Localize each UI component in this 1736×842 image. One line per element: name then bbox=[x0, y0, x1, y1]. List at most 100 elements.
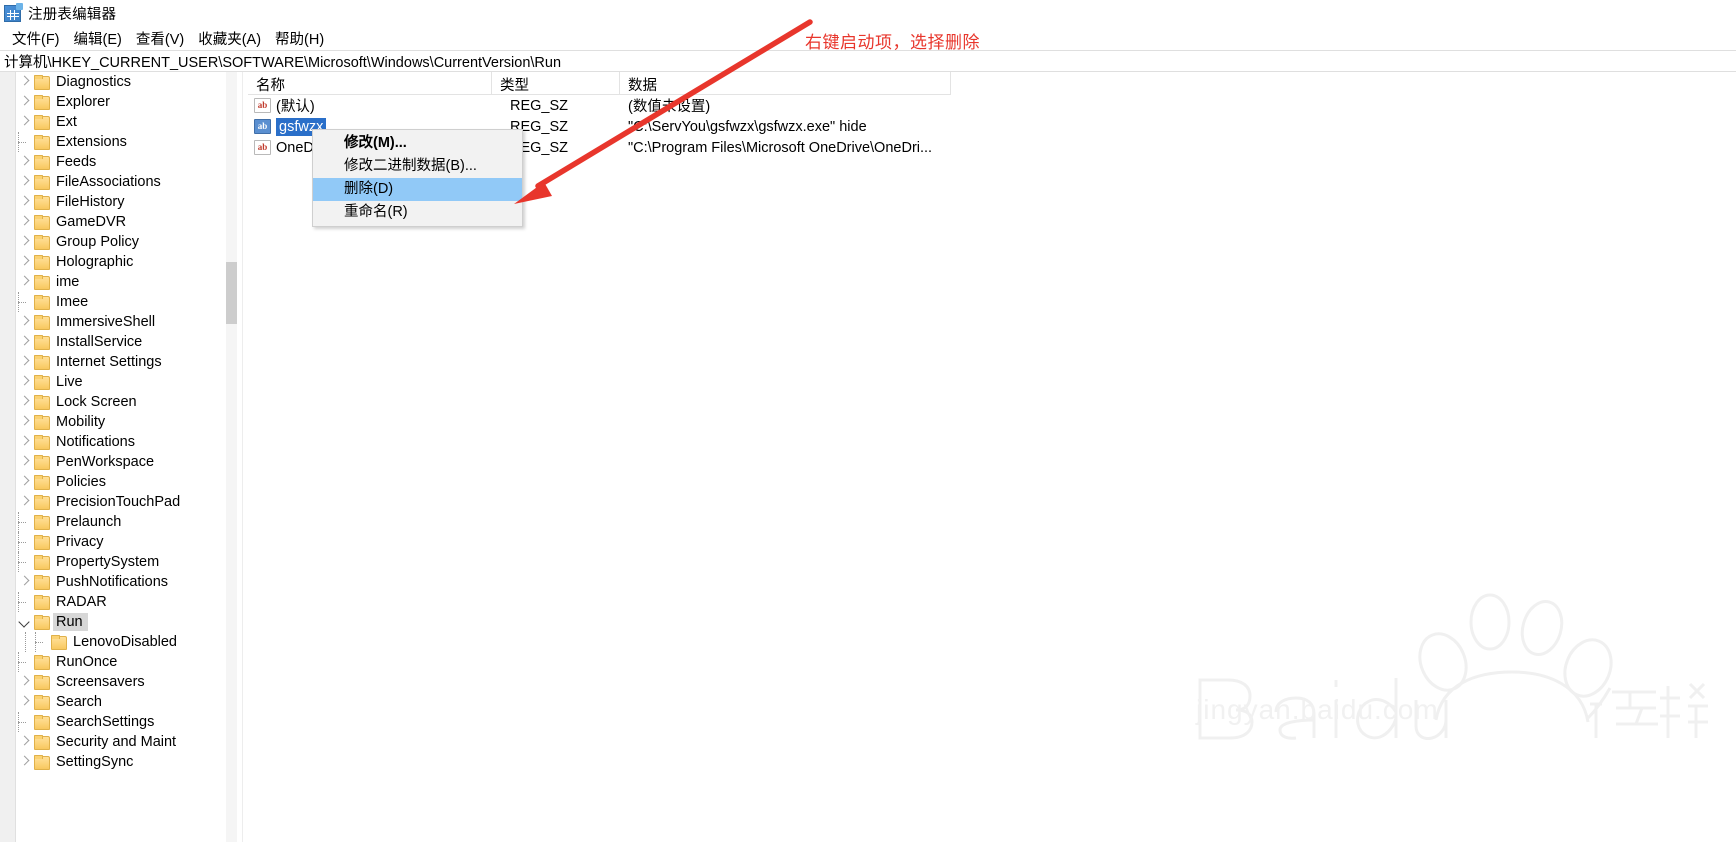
folder-icon bbox=[34, 255, 50, 270]
tree-item-extensions[interactable]: Extensions bbox=[17, 132, 229, 152]
chevron-right-icon[interactable] bbox=[17, 452, 34, 472]
tree-item-label: Prelaunch bbox=[56, 514, 122, 530]
tree-item-policies[interactable]: Policies bbox=[17, 472, 229, 492]
tree-item-ext[interactable]: Ext bbox=[17, 112, 229, 132]
chevron-right-icon[interactable] bbox=[17, 472, 34, 492]
tree-scrollbar-thumb[interactable] bbox=[226, 262, 237, 324]
tree-item-gamedvr[interactable]: GameDVR bbox=[17, 212, 229, 232]
folder-icon bbox=[34, 535, 50, 550]
tree-item-holographic[interactable]: Holographic bbox=[17, 252, 229, 272]
menu-edit[interactable]: 编辑(E) bbox=[68, 26, 128, 51]
tree-guide-icon bbox=[17, 592, 34, 612]
chevron-right-icon[interactable] bbox=[17, 352, 34, 372]
tree-item-imee[interactable]: Imee bbox=[17, 292, 229, 312]
tree-scrollbar[interactable] bbox=[226, 72, 237, 842]
registry-tree[interactable]: Diagnostics Explorer Ext Extensions Feeds Fil… bbox=[17, 72, 229, 772]
tree-item-immersiveshell[interactable]: ImmersiveShell bbox=[17, 312, 229, 332]
chevron-right-icon[interactable] bbox=[17, 192, 34, 212]
tree-item-fileassociations[interactable]: FileAssociations bbox=[17, 172, 229, 192]
column-type[interactable]: 类型 bbox=[492, 72, 620, 95]
chevron-right-icon[interactable] bbox=[17, 432, 34, 452]
tree-item-label: Policies bbox=[56, 474, 106, 490]
context-menu-modify[interactable]: 修改(M)... bbox=[313, 132, 522, 155]
column-name[interactable]: 名称 bbox=[248, 72, 492, 95]
registry-tree-pane: Diagnostics Explorer Ext Extensions Feeds Fil… bbox=[0, 72, 248, 842]
tree-item-penworkspace[interactable]: PenWorkspace bbox=[17, 452, 229, 472]
tree-item-feeds[interactable]: Feeds bbox=[17, 152, 229, 172]
tree-item-prelaunch[interactable]: Prelaunch bbox=[17, 512, 229, 532]
tree-item-label: Holographic bbox=[56, 254, 134, 270]
tree-item-screensavers[interactable]: Screensavers bbox=[17, 672, 229, 692]
tree-item-lenovodisabled[interactable]: LenovoDisabled bbox=[17, 632, 229, 652]
tree-item-live[interactable]: Live bbox=[17, 372, 229, 392]
menu-help[interactable]: 帮助(H) bbox=[269, 26, 330, 51]
folder-icon bbox=[34, 115, 50, 130]
tree-item-run[interactable]: Run bbox=[17, 612, 229, 632]
chevron-right-icon[interactable] bbox=[17, 172, 34, 192]
chevron-right-icon[interactable] bbox=[17, 392, 34, 412]
tree-item-lock-screen[interactable]: Lock Screen bbox=[17, 392, 229, 412]
address-bar[interactable]: 计算机\HKEY_CURRENT_USER\SOFTWARE\Microsoft… bbox=[0, 50, 1736, 72]
column-data[interactable]: 数据 bbox=[620, 72, 951, 95]
menu-file[interactable]: 文件(F) bbox=[6, 26, 66, 51]
chevron-right-icon[interactable] bbox=[17, 152, 34, 172]
tree-item-runonce[interactable]: RunOnce bbox=[17, 652, 229, 672]
chevron-right-icon[interactable] bbox=[17, 332, 34, 352]
folder-icon bbox=[34, 235, 50, 250]
chevron-right-icon[interactable] bbox=[17, 752, 34, 772]
tree-item-searchsettings[interactable]: SearchSettings bbox=[17, 712, 229, 732]
tree-item-security-and-maint[interactable]: Security and Maint bbox=[17, 732, 229, 752]
folder-icon bbox=[34, 555, 50, 570]
chevron-right-icon[interactable] bbox=[17, 692, 34, 712]
tree-item-internet-settings[interactable]: Internet Settings bbox=[17, 352, 229, 372]
chevron-right-icon[interactable] bbox=[17, 312, 34, 332]
context-menu-modify-binary[interactable]: 修改二进制数据(B)... bbox=[313, 155, 522, 178]
pane-splitter[interactable] bbox=[242, 72, 247, 842]
registry-editor-window: 注册表编辑器 文件(F) 编辑(E) 查看(V) 收藏夹(A) 帮助(H) 计算… bbox=[0, 0, 1736, 842]
menu-favorites[interactable]: 收藏夹(A) bbox=[192, 26, 267, 51]
chevron-right-icon[interactable] bbox=[17, 572, 34, 592]
context-menu[interactable]: 修改(M)... 修改二进制数据(B)... 删除(D) 重命名(R) bbox=[312, 129, 523, 227]
table-row[interactable]: ab (默认) REG_SZ (数值未设置) bbox=[248, 95, 1736, 116]
tree-item-precisiontouchpad[interactable]: PrecisionTouchPad bbox=[17, 492, 229, 512]
chevron-right-icon[interactable] bbox=[17, 212, 34, 232]
chevron-right-icon[interactable] bbox=[17, 272, 34, 292]
tree-item-label: Notifications bbox=[56, 434, 135, 450]
tree-item-installservice[interactable]: InstallService bbox=[17, 332, 229, 352]
tree-item-ime[interactable]: ime bbox=[17, 272, 229, 292]
chevron-right-icon[interactable] bbox=[17, 672, 34, 692]
tree-item-group-policy[interactable]: Group Policy bbox=[17, 232, 229, 252]
tree-item-radar[interactable]: RADAR bbox=[17, 592, 229, 612]
chevron-right-icon[interactable] bbox=[17, 732, 34, 752]
context-menu-delete[interactable]: 删除(D) bbox=[313, 178, 522, 201]
registry-editor-icon bbox=[4, 2, 23, 22]
tree-item-label: Internet Settings bbox=[56, 354, 162, 370]
tree-item-label: RunOnce bbox=[56, 654, 118, 670]
tree-item-propertysystem[interactable]: PropertySystem bbox=[17, 552, 229, 572]
tree-item-pushnotifications[interactable]: PushNotifications bbox=[17, 572, 229, 592]
chevron-right-icon[interactable] bbox=[17, 112, 34, 132]
tree-item-notifications[interactable]: Notifications bbox=[17, 432, 229, 452]
chevron-right-icon[interactable] bbox=[17, 372, 34, 392]
chevron-right-icon[interactable] bbox=[17, 412, 34, 432]
value-data: "C:\ServYou\gsfwzx\gsfwzx.exe" hide bbox=[628, 118, 867, 135]
tree-item-explorer[interactable]: Explorer bbox=[17, 92, 229, 112]
chevron-right-icon[interactable] bbox=[17, 232, 34, 252]
tree-item-settingsync[interactable]: SettingSync bbox=[17, 752, 229, 772]
chevron-right-icon[interactable] bbox=[17, 492, 34, 512]
tree-item-label: Explorer bbox=[56, 94, 110, 110]
chevron-right-icon[interactable] bbox=[17, 92, 34, 112]
chevron-right-icon[interactable] bbox=[17, 72, 34, 92]
chevron-right-icon[interactable] bbox=[17, 252, 34, 272]
tree-item-mobility[interactable]: Mobility bbox=[17, 412, 229, 432]
tree-item-search[interactable]: Search bbox=[17, 692, 229, 712]
tree-item-diagnostics[interactable]: Diagnostics bbox=[17, 72, 229, 92]
tree-item-label: Privacy bbox=[56, 534, 104, 550]
context-menu-rename[interactable]: 重命名(R) bbox=[313, 201, 522, 224]
tree-item-filehistory[interactable]: FileHistory bbox=[17, 192, 229, 212]
menu-view[interactable]: 查看(V) bbox=[130, 26, 190, 51]
tree-guide-icon bbox=[17, 552, 34, 572]
tree-item-privacy[interactable]: Privacy bbox=[17, 532, 229, 552]
chevron-down-icon[interactable] bbox=[17, 612, 34, 632]
value-name-cell[interactable]: ab (默认) bbox=[248, 95, 500, 116]
